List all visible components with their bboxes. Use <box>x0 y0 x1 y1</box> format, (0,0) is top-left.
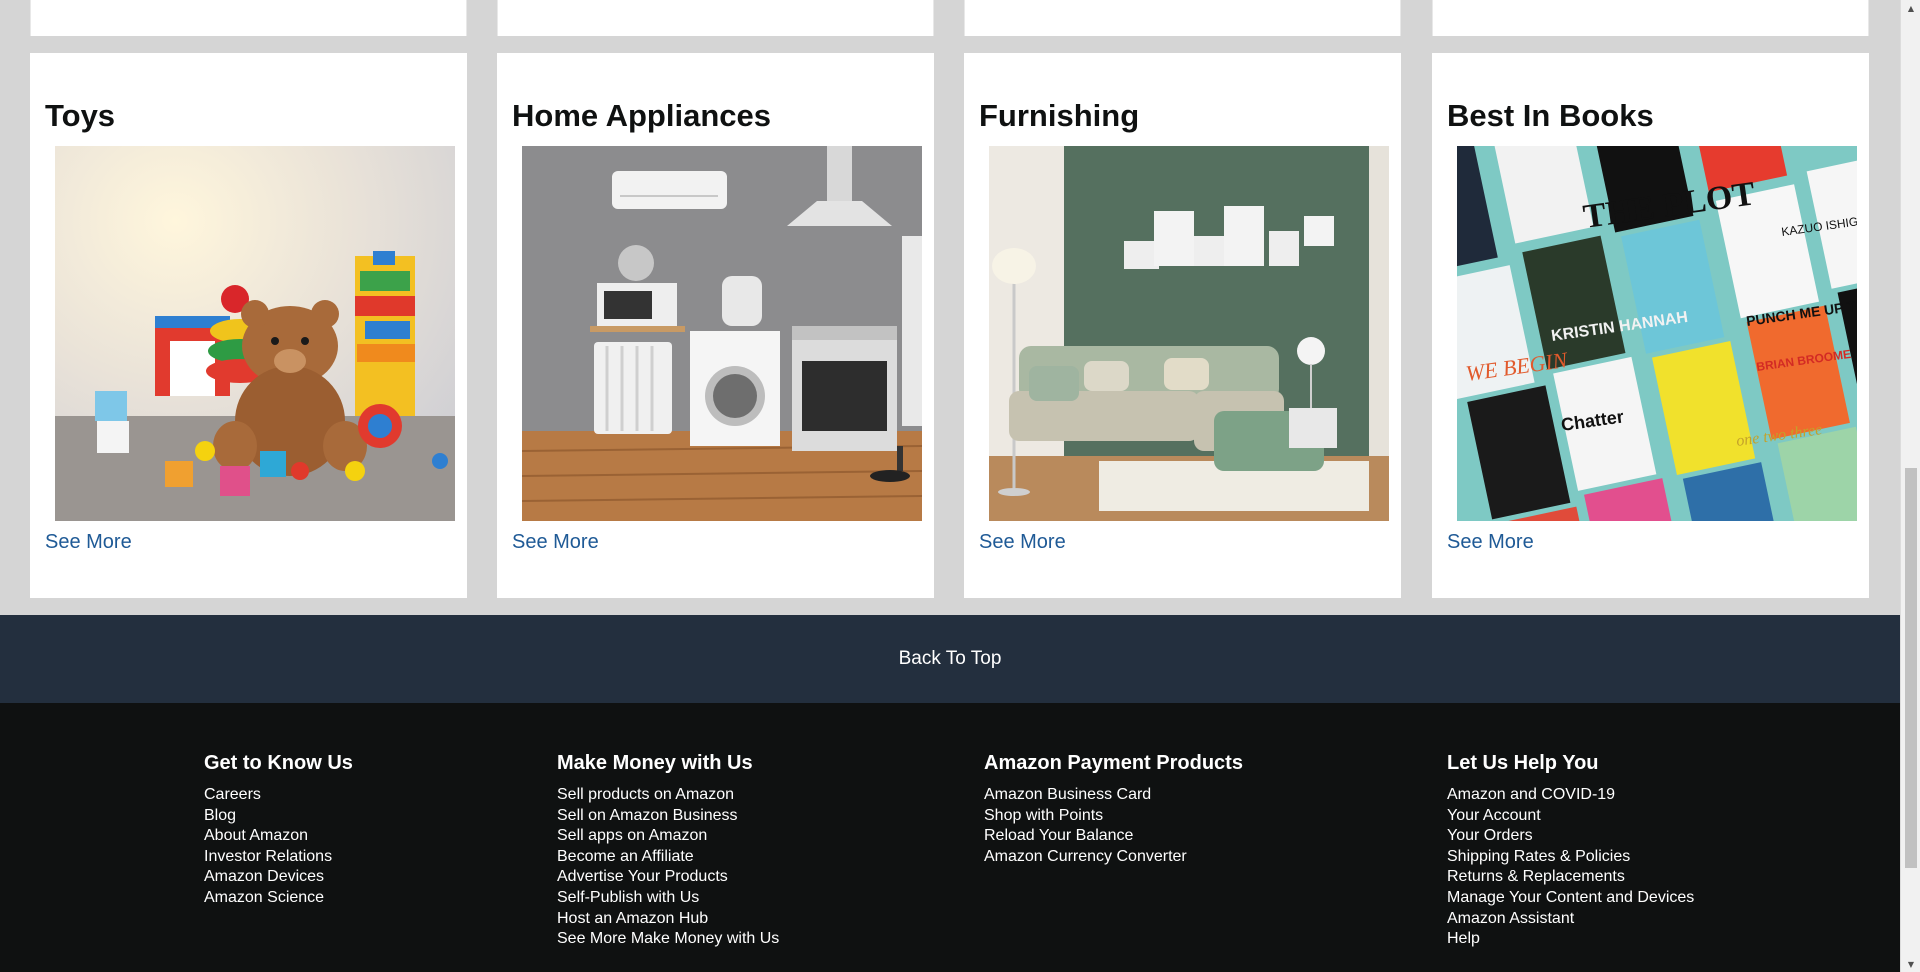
footer-link[interactable]: Sell apps on Amazon <box>557 826 779 847</box>
appliances-photo <box>522 146 922 521</box>
card-stub <box>1432 0 1869 36</box>
footer-link[interactable]: Reload Your Balance <box>984 826 1243 847</box>
scroll-down-arrow-icon[interactable]: ▼ <box>1901 956 1920 972</box>
living-room-photo <box>989 146 1389 521</box>
home-appliances-image[interactable] <box>522 146 922 521</box>
footer-link[interactable]: See More Make Money with Us <box>557 929 779 950</box>
footer-link[interactable]: Shop with Points <box>984 806 1243 827</box>
card-stub <box>964 0 1401 36</box>
footer-link[interactable]: Amazon and COVID-19 <box>1447 785 1694 806</box>
toys-photo <box>55 146 455 521</box>
footer-column-payment-products: Amazon Payment Products Amazon Business … <box>984 752 1243 867</box>
card-title: Home Appliances <box>512 98 771 133</box>
footer-column-get-to-know-us: Get to Know Us Careers Blog About Amazon… <box>204 752 353 909</box>
see-more-link[interactable]: See More <box>512 531 599 554</box>
footer-link[interactable]: Shipping Rates & Policies <box>1447 847 1694 868</box>
footer-link[interactable]: Careers <box>204 785 353 806</box>
footer-link[interactable]: Help <box>1447 929 1694 950</box>
card-best-in-books: Best In Books THE PLOT KRISTIN HANNAH PU… <box>1432 53 1869 598</box>
card-stub <box>30 0 467 36</box>
footer-link[interactable]: Sell on Amazon Business <box>557 806 779 827</box>
card-title: Best In Books <box>1447 98 1654 133</box>
footer-link[interactable]: Your Orders <box>1447 826 1694 847</box>
footer-heading: Let Us Help You <box>1447 752 1599 774</box>
footer-heading: Get to Know Us <box>204 752 353 774</box>
footer-heading: Amazon Payment Products <box>984 752 1243 774</box>
footer-link[interactable]: Amazon Science <box>204 888 353 909</box>
furnishing-image[interactable] <box>989 146 1389 521</box>
footer-link[interactable]: Manage Your Content and Devices <box>1447 888 1694 909</box>
scroll-up-arrow-icon[interactable]: ▲ <box>1901 0 1920 16</box>
footer-link[interactable]: Investor Relations <box>204 847 353 868</box>
card-stub <box>497 0 934 36</box>
page: Toys See More Home Appliances See More F… <box>0 0 1900 972</box>
footer-link[interactable]: About Amazon <box>204 826 353 847</box>
footer: Get to Know Us Careers Blog About Amazon… <box>0 703 1900 972</box>
footer-link[interactable]: Become an Affiliate <box>557 847 779 868</box>
footer-link[interactable]: Amazon Devices <box>204 867 353 888</box>
footer-link[interactable]: Amazon Assistant <box>1447 909 1694 930</box>
see-more-link[interactable]: See More <box>1447 531 1534 554</box>
best-in-books-image[interactable]: THE PLOT KRISTIN HANNAH PUNCH ME UP TO T… <box>1457 146 1857 521</box>
see-more-link[interactable]: See More <box>979 531 1066 554</box>
scrollbar-thumb[interactable] <box>1905 468 1917 868</box>
footer-link[interactable]: Advertise Your Products <box>557 867 779 888</box>
previous-cards-row <box>0 0 1900 36</box>
vertical-scrollbar[interactable]: ▲ ▼ <box>1900 0 1920 972</box>
toys-image[interactable] <box>55 146 455 521</box>
back-to-top-button[interactable]: Back To Top <box>0 615 1900 703</box>
card-furnishing: Furnishing See More <box>964 53 1401 598</box>
see-more-link[interactable]: See More <box>45 531 132 554</box>
footer-link[interactable]: Sell products on Amazon <box>557 785 779 806</box>
footer-column-make-money: Make Money with Us Sell products on Amaz… <box>557 752 779 950</box>
footer-link[interactable]: Returns & Replacements <box>1447 867 1694 888</box>
category-cards: Toys See More Home Appliances See More F… <box>0 53 1900 598</box>
book-covers-photo: THE PLOT KRISTIN HANNAH PUNCH ME UP TO T… <box>1457 146 1857 521</box>
footer-link[interactable]: Amazon Business Card <box>984 785 1243 806</box>
footer-link[interactable]: Your Account <box>1447 806 1694 827</box>
card-toys: Toys See More <box>30 53 467 598</box>
footer-link[interactable]: Amazon Currency Converter <box>984 847 1243 868</box>
card-title: Toys <box>45 98 116 133</box>
footer-link[interactable]: Host an Amazon Hub <box>557 909 779 930</box>
footer-link[interactable]: Blog <box>204 806 353 827</box>
card-title: Furnishing <box>979 98 1140 133</box>
footer-column-help: Let Us Help You Amazon and COVID-19 Your… <box>1447 752 1694 950</box>
footer-heading: Make Money with Us <box>557 752 753 774</box>
footer-link[interactable]: Self-Publish with Us <box>557 888 779 909</box>
card-home-appliances: Home Appliances See More <box>497 53 934 598</box>
